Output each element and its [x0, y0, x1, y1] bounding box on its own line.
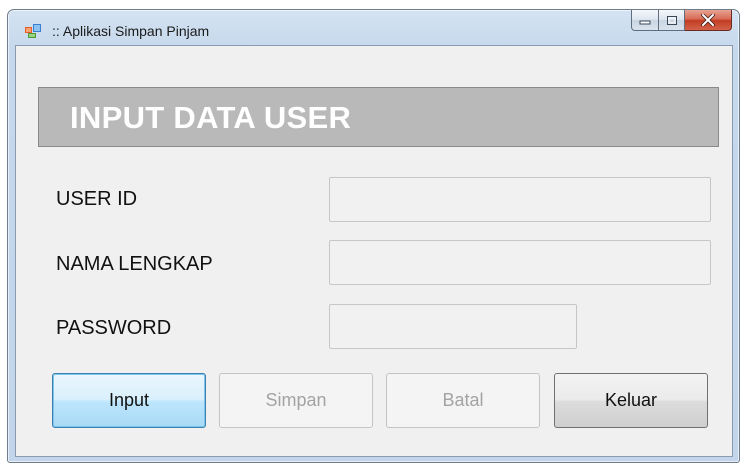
keluar-button[interactable]: Keluar — [554, 373, 708, 428]
close-icon — [701, 14, 715, 26]
password-label: PASSWORD — [56, 317, 172, 339]
nama-lengkap-input[interactable] — [329, 240, 711, 285]
nama-lengkap-label: NAMA LENGKAP — [56, 253, 213, 275]
simpan-button[interactable]: Simpan — [219, 373, 373, 428]
title-bar[interactable]: :: Aplikasi Simpan Pinjam — [8, 10, 739, 46]
minimize-button[interactable] — [631, 10, 659, 31]
window-title: :: Aplikasi Simpan Pinjam — [52, 23, 210, 39]
app-window: :: Aplikasi Simpan Pinjam INPUT DATA USE… — [7, 9, 740, 463]
page-title: INPUT DATA USER — [70, 100, 352, 135]
user-id-input[interactable] — [329, 177, 711, 222]
user-id-label: USER ID — [56, 188, 138, 210]
header-panel: INPUT DATA USER — [38, 87, 719, 147]
input-button[interactable]: Input — [52, 373, 206, 428]
maximize-icon — [666, 15, 677, 25]
caption-buttons — [631, 10, 732, 31]
form-client-area: INPUT DATA USER USER ID NAMA LENGKAP PAS… — [15, 45, 733, 457]
password-input[interactable] — [329, 304, 577, 349]
app-icon — [25, 24, 41, 38]
minimize-icon — [639, 20, 651, 25]
close-button[interactable] — [685, 10, 732, 31]
batal-button[interactable]: Batal — [386, 373, 540, 428]
maximize-button[interactable] — [659, 10, 685, 31]
